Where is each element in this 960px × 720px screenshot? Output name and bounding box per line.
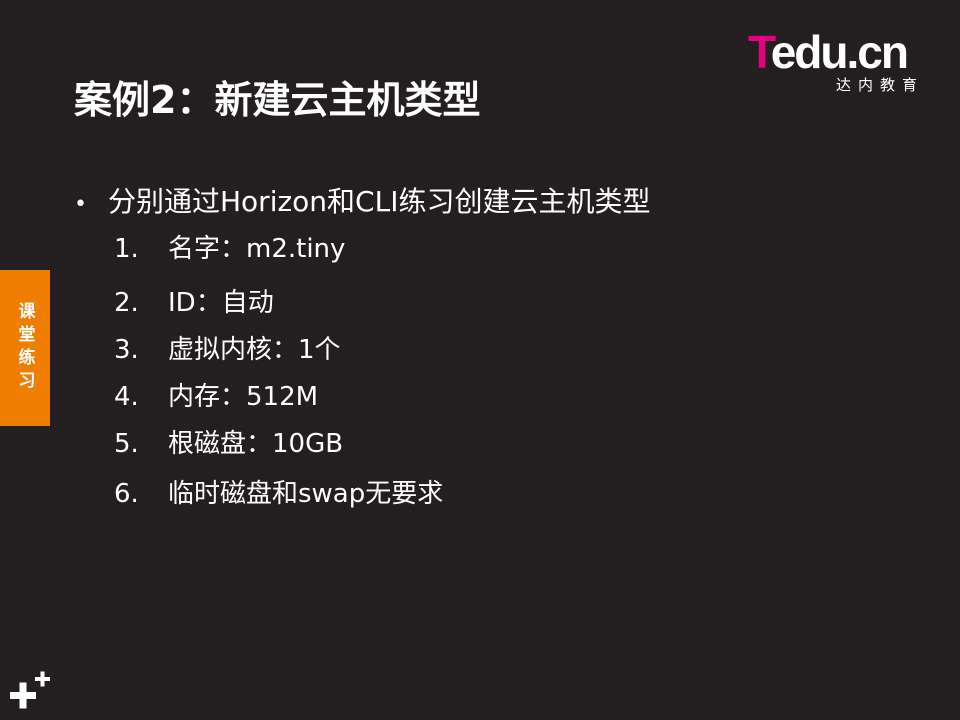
list-item: 1. 名字：m2.tiny <box>114 232 345 266</box>
list-item: 5. 根磁盘：10GB <box>114 427 343 461</box>
slide: Tedu.cn 达内教育 案例2：新建云主机类型 课堂练习 • 分别通过Horiz… <box>0 0 960 720</box>
bullet-dot-icon: • <box>74 192 87 217</box>
list-item-text: 虚拟内核：1个 <box>168 335 341 365</box>
side-tab: 课堂练习 <box>0 270 50 426</box>
list-item-number: 4. <box>114 382 139 412</box>
list-item-text: 根磁盘：10GB <box>168 429 344 459</box>
bullet-point: • 分别通过Horizon和CLI练习创建云主机类型 <box>74 184 650 223</box>
list-item-number: 2. <box>114 288 139 318</box>
side-tab-label: 课堂练习 <box>14 302 35 394</box>
logo-subtitle: 达内教育 <box>835 76 924 94</box>
tedu-logo: Tedu.cn 达内教育 <box>748 28 928 98</box>
list-item-text: 临时磁盘和swap无要求 <box>168 479 444 509</box>
list-item: 6. 临时磁盘和swap无要求 <box>114 477 443 511</box>
list-item-number: 5. <box>114 429 139 459</box>
list-item-text: 名字：m2.tiny <box>168 234 346 264</box>
list-item: 3. 虚拟内核：1个 <box>114 333 341 367</box>
list-item-text: ID：自动 <box>168 288 274 318</box>
logo-letter: T <box>748 26 773 78</box>
list-item-number: 6. <box>114 479 139 509</box>
list-item-number: 3. <box>114 335 139 365</box>
list-item: 4. 内存：512M <box>114 380 318 414</box>
slide-title: 案例2：新建云主机类型 <box>74 78 481 122</box>
list-item-text: 内存：512M <box>168 382 319 412</box>
bullet-text: 分别通过Horizon和CLI练习创建云主机类型 <box>108 185 651 218</box>
logo-wordmark: edu.cn <box>770 26 909 78</box>
list-item-number: 1. <box>114 234 139 264</box>
plus-decoration-icon <box>6 668 52 718</box>
list-item: 2. ID：自动 <box>114 286 274 320</box>
